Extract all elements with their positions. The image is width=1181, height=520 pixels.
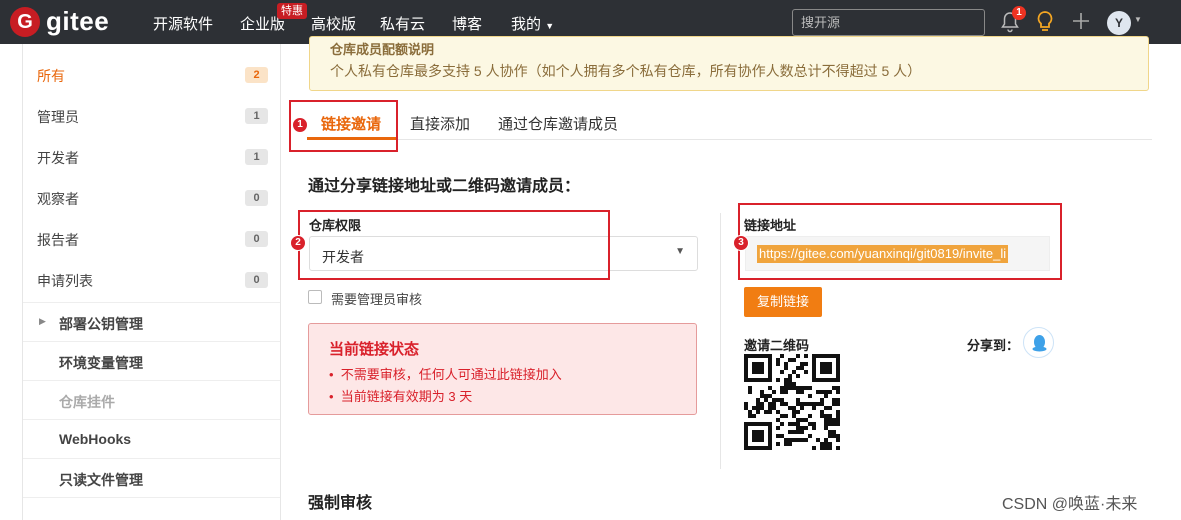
sidebar-item-admin[interactable]: 管理员 1 [23,95,280,136]
checkbox-icon[interactable] [308,290,322,304]
status-item: • 不需要审核，任何人可通过此链接加入 [329,364,562,383]
lightbulb-icon[interactable] [1036,10,1054,39]
quota-notice: 仓库成员配额说明 个人私有仓库最多支持 5 人协作（如个人拥有多个私有仓库，所有… [309,36,1149,91]
annotation-number-1: 1 [292,117,308,133]
divider [23,497,280,498]
copy-link-button[interactable]: 复制链接 [744,287,822,317]
link-status-box: 当前链接状态 • 不需要审核，任何人可通过此链接加入 • 当前链接有效期为 3 … [308,323,697,415]
sidebar-item-label: 环境变量管理 [59,355,143,371]
gitee-logo-icon[interactable]: G [10,7,40,37]
special-offer-badge: 特惠 [277,3,307,19]
nav-mine-label: 我的 [511,16,542,33]
sidebar-item-count: 1 [245,149,268,165]
sidebar-item-count: 0 [245,272,268,288]
share-label: 分享到： [967,338,1020,353]
qr-label: 邀请二维码 [744,338,810,353]
sidebar-item-webhooks[interactable]: WebHooks [23,419,280,458]
sidebar-item-label: 报告者 [37,232,79,248]
sidebar-item-label: 申请列表 [37,273,93,289]
tab-direct-add[interactable]: 直接添加 [410,113,470,134]
notice-title: 仓库成员配额说明 [330,42,435,57]
sidebar-item-repo-widget[interactable]: 仓库挂件 [23,380,280,419]
sidebar-item-developer[interactable]: 开发者 1 [23,136,280,177]
nav-mine[interactable]: 我的 ▼ [511,13,554,34]
annotation-box-2 [298,210,610,280]
sidebar-item-reporter[interactable]: 报告者 0 [23,218,280,259]
status-item: • 当前链接有效期为 3 天 [329,386,472,405]
caret-down-icon: ▼ [675,246,685,257]
annotation-number-3: 3 [733,235,749,251]
force-review-heading: 强制审核 [308,495,373,512]
sidebar-item-label: WebHooks [59,431,132,447]
tab-invite-via-repo[interactable]: 通过仓库邀请成员 [498,113,618,134]
sidebar-item-label: 所有 [37,68,65,84]
bullet-icon: • [329,389,334,404]
sidebar-item-applications[interactable]: 申请列表 0 [23,259,280,300]
sidebar-item-env-vars[interactable]: 环境变量管理 [23,341,280,380]
avatar[interactable]: Y [1107,11,1131,35]
status-item-text: 不需要审核，任何人可通过此链接加入 [340,367,562,382]
brand-name[interactable]: gitee [46,6,109,37]
status-item-text: 当前链接有效期为 3 天 [340,389,473,404]
nav-blog[interactable]: 博客 [452,13,482,34]
sidebar-item-all[interactable]: 所有 2 [23,54,280,95]
sidebar-item-readonly-files[interactable]: 只读文件管理 [23,458,280,497]
annotation-box-3 [738,203,1062,280]
sidebar: 所有 2 管理员 1 开发者 1 观察者 0 报告者 0 申请列表 0 ▶ 部署… [22,44,281,520]
invite-heading: 通过分享链接地址或二维码邀请成员： [308,178,581,195]
plus-icon[interactable] [1071,11,1091,36]
annotation-number-2: 2 [290,235,306,251]
notification-count-badge: 1 [1012,6,1026,20]
qr-code-image [744,354,840,450]
qq-share-icon[interactable] [1023,327,1054,358]
sidebar-item-label: 只读文件管理 [59,472,143,488]
nav-private-cloud[interactable]: 私有云 [380,13,425,34]
chevron-right-icon: ▶ [39,316,46,326]
column-divider [720,213,721,469]
sidebar-item-label: 管理员 [37,109,79,125]
chevron-down-icon: ▼ [545,21,555,31]
sidebar-item-label: 仓库挂件 [59,394,115,410]
status-title: 当前链接状态 [329,341,420,358]
notice-text: 个人私有仓库最多支持 5 人协作（如个人拥有多个私有仓库，所有协作人数总计不得超… [330,63,922,79]
sidebar-item-count: 0 [245,231,268,247]
sidebar-item-count: 2 [245,67,268,83]
invite-tabs: 链接邀请 直接添加 通过仓库邀请成员 [307,100,1152,140]
search-input[interactable] [792,9,985,36]
sidebar-item-count: 0 [245,190,268,206]
nav-university[interactable]: 高校版 [311,13,356,34]
bullet-icon: • [329,367,334,382]
sidebar-item-observer[interactable]: 观察者 0 [23,177,280,218]
require-review-label: 需要管理员审核 [331,292,423,307]
watermark-text: CSDN @唤蓝·未来 [1002,496,1138,513]
avatar-chevron-down-icon[interactable]: ▼ [1134,15,1142,24]
sidebar-item-label: 部署公钥管理 [59,316,143,332]
sidebar-item-count: 1 [245,108,268,124]
sidebar-item-deploy-keys[interactable]: ▶ 部署公钥管理 [23,302,280,341]
nav-open-source[interactable]: 开源软件 [153,13,213,34]
sidebar-item-label: 观察者 [37,191,79,207]
sidebar-item-label: 开发者 [37,150,79,166]
